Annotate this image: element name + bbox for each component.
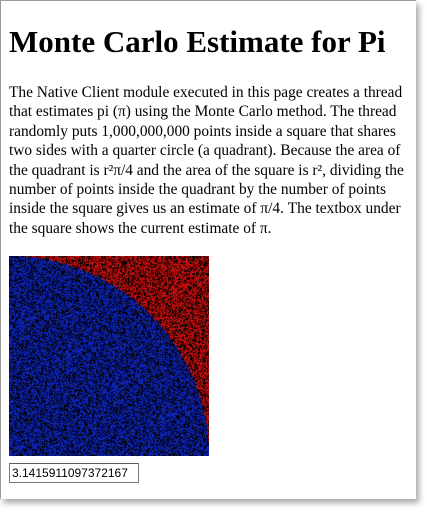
page-title: Monte Carlo Estimate for Pi	[9, 24, 386, 59]
page-content: Monte Carlo Estimate for Pi The Native C…	[9, 23, 407, 238]
pi-estimate-textbox[interactable]	[9, 463, 139, 483]
monte-carlo-canvas-container	[9, 256, 209, 456]
browser-page: Monte Carlo Estimate for Pi The Native C…	[0, 0, 416, 499]
monte-carlo-canvas	[9, 256, 209, 456]
page-description: The Native Client module executed in thi…	[9, 84, 404, 237]
